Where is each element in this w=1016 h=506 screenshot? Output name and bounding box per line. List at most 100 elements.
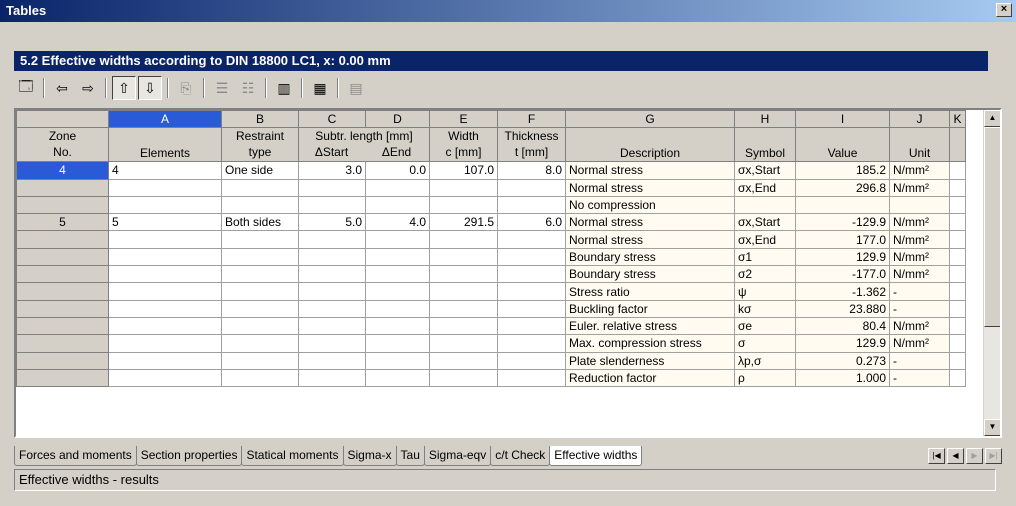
cell-thickness[interactable] bbox=[497, 316, 566, 336]
cell-description[interactable]: Buckling factor bbox=[565, 299, 735, 318]
cell-delta-end[interactable] bbox=[365, 299, 430, 318]
properties-icon[interactable]: 🗔 bbox=[14, 76, 38, 100]
cell-elements[interactable] bbox=[108, 282, 222, 301]
cell-delta-end[interactable]: 4.0 bbox=[365, 213, 430, 232]
cell-restraint[interactable]: Both sides bbox=[221, 213, 299, 232]
column-letter-a[interactable]: A bbox=[108, 110, 222, 129]
cell-unit[interactable]: - bbox=[889, 351, 950, 370]
row-header[interactable] bbox=[16, 316, 109, 336]
cell-delta-end[interactable]: 0.0 bbox=[365, 161, 430, 180]
cell-description[interactable]: No compression bbox=[565, 195, 735, 215]
cell-symbol[interactable]: kσ bbox=[734, 299, 796, 318]
arrow-left-icon[interactable]: ⇦ bbox=[50, 76, 74, 100]
cell-elements[interactable] bbox=[108, 351, 222, 370]
cell-delta-start[interactable] bbox=[298, 334, 366, 353]
cell-value[interactable]: 1.000 bbox=[795, 368, 890, 388]
cell-unit[interactable]: N/mm² bbox=[889, 265, 950, 284]
vertical-scrollbar[interactable]: ▲ ▼ bbox=[983, 110, 1000, 436]
cell-delta-start[interactable]: 3.0 bbox=[298, 161, 366, 180]
cell-elements[interactable] bbox=[108, 316, 222, 336]
cell-delta-start[interactable] bbox=[298, 178, 366, 197]
cell-delta-end[interactable] bbox=[365, 351, 430, 370]
cell-thickness[interactable] bbox=[497, 247, 566, 267]
cell-restraint[interactable] bbox=[221, 282, 299, 301]
cell-value[interactable]: 296.8 bbox=[795, 178, 890, 197]
cell-delta-end[interactable] bbox=[365, 334, 430, 353]
cell-symbol[interactable] bbox=[734, 195, 796, 215]
cell-value[interactable]: -129.9 bbox=[795, 213, 890, 232]
cell-width[interactable] bbox=[429, 247, 498, 267]
cell-width[interactable] bbox=[429, 230, 498, 249]
row-header[interactable] bbox=[16, 178, 109, 197]
cell-width[interactable] bbox=[429, 265, 498, 284]
tab-effective-widths[interactable]: Effective widths bbox=[549, 446, 643, 466]
cell-restraint[interactable] bbox=[221, 334, 299, 353]
cell-elements[interactable] bbox=[108, 195, 222, 215]
first-tab-icon[interactable]: |◀ bbox=[928, 448, 945, 464]
cell-unit[interactable]: - bbox=[889, 282, 950, 301]
cell-delta-end[interactable] bbox=[365, 316, 430, 336]
cell-delta-end[interactable] bbox=[365, 265, 430, 284]
cell-value[interactable]: 129.9 bbox=[795, 247, 890, 267]
cell-restraint[interactable] bbox=[221, 247, 299, 267]
cell-value[interactable]: 129.9 bbox=[795, 334, 890, 353]
cell-description[interactable]: Normal stress bbox=[565, 230, 735, 249]
cell-restraint[interactable] bbox=[221, 230, 299, 249]
cell-delta-start[interactable] bbox=[298, 265, 366, 284]
cell-delta-start[interactable] bbox=[298, 195, 366, 215]
row-header[interactable] bbox=[16, 334, 109, 353]
cell-description[interactable]: Normal stress bbox=[565, 213, 735, 232]
cell-elements[interactable] bbox=[108, 368, 222, 388]
cell-k[interactable] bbox=[949, 316, 966, 336]
cell-thickness[interactable] bbox=[497, 265, 566, 284]
cell-description[interactable]: Plate slenderness bbox=[565, 351, 735, 370]
cell-width[interactable] bbox=[429, 178, 498, 197]
cell-symbol[interactable]: σx,Start bbox=[734, 213, 796, 232]
cell-thickness[interactable] bbox=[497, 230, 566, 249]
scroll-up-icon[interactable]: ▲ bbox=[984, 110, 1000, 127]
cell-symbol[interactable]: ψ bbox=[734, 282, 796, 301]
filter-up-icon[interactable]: ⇧ bbox=[112, 76, 136, 100]
prev-tab-icon[interactable]: ◀ bbox=[947, 448, 964, 464]
arrow-right-icon[interactable]: ⇨ bbox=[76, 76, 100, 100]
tab-sigma-eqv[interactable]: Sigma-eqv bbox=[423, 446, 492, 466]
column-letter-c[interactable]: C bbox=[298, 110, 366, 129]
cell-width[interactable]: 107.0 bbox=[429, 161, 498, 180]
cell-width[interactable] bbox=[429, 282, 498, 301]
cell-delta-end[interactable] bbox=[365, 368, 430, 388]
cell-thickness[interactable] bbox=[497, 334, 566, 353]
cell-delta-start[interactable] bbox=[298, 368, 366, 388]
cell-k[interactable] bbox=[949, 351, 966, 370]
column-letter-j[interactable]: J bbox=[889, 110, 950, 129]
cell-symbol[interactable]: σ2 bbox=[734, 265, 796, 284]
cell-unit[interactable]: N/mm² bbox=[889, 316, 950, 336]
cell-restraint[interactable] bbox=[221, 368, 299, 388]
cell-unit[interactable]: - bbox=[889, 368, 950, 388]
cell-delta-start[interactable] bbox=[298, 282, 366, 301]
copy-icon[interactable]: ⎘ bbox=[174, 76, 198, 100]
row-header[interactable] bbox=[16, 282, 109, 301]
close-icon[interactable]: × bbox=[996, 3, 1012, 17]
cell-value[interactable]: 0.273 bbox=[795, 351, 890, 370]
cell-elements[interactable] bbox=[108, 178, 222, 197]
cell-delta-end[interactable] bbox=[365, 282, 430, 301]
cell-elements[interactable] bbox=[108, 230, 222, 249]
insert-row-icon[interactable]: ☰ bbox=[210, 76, 234, 100]
column-letter-b[interactable]: B bbox=[221, 110, 299, 129]
cell-delta-start[interactable] bbox=[298, 316, 366, 336]
row-header[interactable]: 4 bbox=[16, 161, 109, 180]
cell-width[interactable] bbox=[429, 299, 498, 318]
cell-symbol[interactable]: σx,End bbox=[734, 178, 796, 197]
cell-elements[interactable] bbox=[108, 299, 222, 318]
cell-width[interactable]: 291.5 bbox=[429, 213, 498, 232]
cell-k[interactable] bbox=[949, 230, 966, 249]
cell-symbol[interactable]: σ1 bbox=[734, 247, 796, 267]
column-letter-i[interactable]: I bbox=[795, 110, 890, 129]
cell-description[interactable]: Euler. relative stress bbox=[565, 316, 735, 336]
column-letter-d[interactable]: D bbox=[365, 110, 430, 129]
cell-restraint[interactable] bbox=[221, 316, 299, 336]
cell-delta-end[interactable] bbox=[365, 178, 430, 197]
cell-elements[interactable] bbox=[108, 265, 222, 284]
cell-delta-end[interactable] bbox=[365, 195, 430, 215]
cell-restraint[interactable] bbox=[221, 265, 299, 284]
